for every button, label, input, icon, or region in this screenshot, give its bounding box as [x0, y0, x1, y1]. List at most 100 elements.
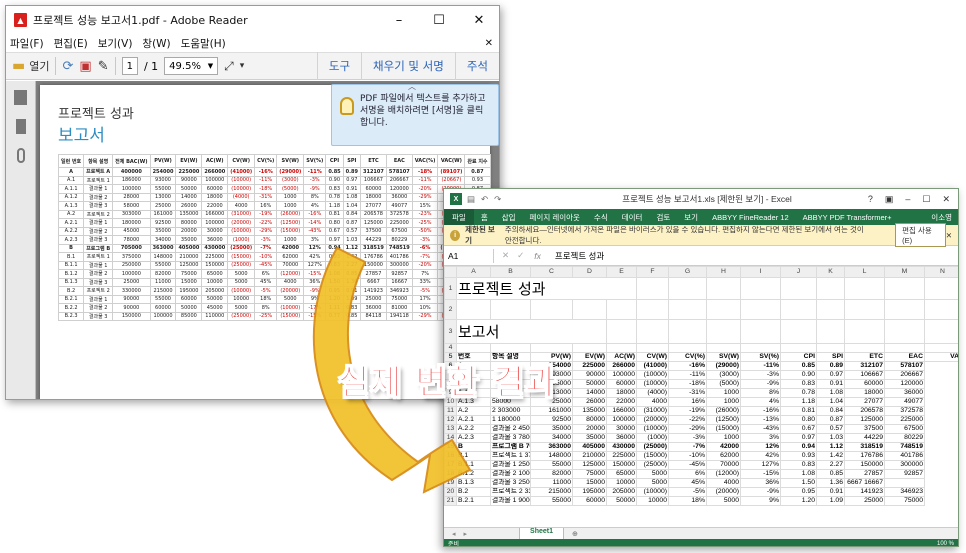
grid-cell[interactable]: 16% [668, 397, 707, 407]
grid-cell[interactable] [572, 343, 607, 353]
tab-finereader[interactable]: ABBYY FineReader 12 [705, 213, 796, 222]
sheet-tab[interactable]: Sheet1 [519, 527, 564, 540]
grid-cell[interactable]: -5% [668, 487, 707, 497]
grid-cell[interactable]: 0.90 [780, 370, 817, 380]
grid-cell[interactable]: 34000 [530, 433, 573, 443]
grid-cell[interactable]: 206667 [884, 370, 925, 380]
grid-cell[interactable]: 100000 [606, 415, 637, 425]
grid-cell[interactable]: 30000 [606, 424, 637, 434]
grid-cell[interactable]: 36% [740, 478, 781, 488]
grid-cell[interactable] [706, 277, 741, 300]
tab-insert[interactable]: 삽입 [495, 212, 523, 223]
grid-cell[interactable]: 49077 [884, 397, 925, 407]
grid-cell[interactable]: 312107 [844, 361, 885, 371]
grid-cell[interactable]: 15000 [572, 478, 607, 488]
grid-cell[interactable]: -11% [668, 370, 707, 380]
column-header[interactable]: B [490, 266, 531, 278]
grid-cell[interactable]: 0.97 [780, 433, 817, 443]
grid-cell[interactable]: 106667 [844, 370, 885, 380]
grid-cell[interactable]: 225000 [572, 361, 607, 371]
grid-cell[interactable] [816, 343, 845, 353]
grid-cell[interactable] [884, 478, 925, 488]
grid-cell[interactable]: -22% [668, 415, 707, 425]
grid-cell[interactable]: -29% [668, 424, 707, 434]
grid-cell[interactable] [816, 319, 845, 344]
grid-cell[interactable]: CV(%) [668, 352, 707, 362]
create-pdf-icon[interactable]: ⟳ [62, 56, 73, 76]
grid-cell[interactable] [530, 299, 573, 320]
grid-cell[interactable] [456, 343, 491, 353]
grid-cell[interactable]: 266000 [606, 361, 637, 371]
close-button[interactable]: ✕ [942, 194, 950, 205]
scroll-right-icon[interactable]: ▸ [464, 530, 468, 538]
grid-cell[interactable]: 75000 [572, 469, 607, 479]
grid-cell[interactable]: 80229 [884, 433, 925, 443]
tab-pdf-transformer[interactable]: ABBYY PDF Transformer+ [796, 213, 899, 222]
grid-cell[interactable]: -31% [668, 388, 707, 398]
row-number[interactable]: 15 [444, 442, 457, 452]
row-number[interactable]: 13 [444, 424, 457, 434]
grid-cell[interactable]: 보고서 [456, 319, 607, 344]
grid-cell[interactable] [740, 299, 781, 320]
undo-icon[interactable]: ↶ [481, 194, 488, 205]
grid-cell[interactable]: B [456, 442, 491, 452]
print-icon[interactable]: ▣ [79, 56, 91, 76]
grid-cell[interactable] [636, 299, 669, 320]
row-number[interactable]: 18 [444, 469, 457, 479]
row-number[interactable]: 4 [444, 343, 457, 353]
grid-cell[interactable]: 372578 [884, 406, 925, 416]
grid-cell[interactable]: 92857 [884, 469, 925, 479]
grid-cell[interactable]: 25000 [844, 496, 885, 506]
grid-cell[interactable] [668, 299, 707, 320]
grid-cell[interactable]: 1.42 [816, 451, 845, 461]
tab-page-layout[interactable]: 페이지 레이아웃 [523, 212, 587, 223]
zoom-select[interactable]: 49.5% ▼ [164, 57, 219, 75]
grid-cell[interactable] [668, 319, 707, 344]
tab-file[interactable]: 파일 [444, 209, 474, 225]
grid-cell[interactable]: B.2 [456, 487, 491, 497]
row-number[interactable]: 12 [444, 415, 457, 425]
grid-cell[interactable]: 215000 [530, 487, 573, 497]
grid-cell[interactable]: 92500 [530, 415, 573, 425]
grid-cell[interactable]: 161000 [530, 406, 573, 416]
grid-cell[interactable]: (10000) [636, 424, 669, 434]
grid-cell[interactable]: -10% [668, 451, 707, 461]
grid-cell[interactable]: 2 303000 [490, 406, 531, 416]
grid-cell[interactable]: 0.97 [816, 370, 845, 380]
grid-cell[interactable]: 120000 [884, 379, 925, 389]
grid-cell[interactable]: 프로젝트 2 330000 [490, 487, 531, 497]
grid-cell[interactable] [844, 299, 885, 320]
close-button[interactable]: ✕ [459, 13, 499, 28]
grid-cell[interactable]: 1000 [706, 388, 741, 398]
user-account[interactable]: 이소영 [924, 212, 958, 223]
grid-cell[interactable]: 401786 [884, 451, 925, 461]
grid-cell[interactable]: 0.83 [780, 460, 817, 470]
grid-cell[interactable]: -9% [740, 487, 781, 497]
row-number[interactable]: 3 [444, 319, 457, 344]
grid-cell[interactable]: 11000 [530, 478, 573, 488]
grid-cell[interactable]: (25000) [636, 460, 669, 470]
grid-cell[interactable]: -3% [740, 370, 781, 380]
grid-cell[interactable]: 35000 [572, 433, 607, 443]
grid-cell[interactable]: 결과물 2 45000 [490, 424, 531, 434]
grid-cell[interactable]: 0.67 [780, 424, 817, 434]
grid-cell[interactable]: 0.80 [780, 415, 817, 425]
column-header[interactable]: I [740, 266, 781, 278]
row-number[interactable]: 20 [444, 487, 457, 497]
grid-cell[interactable]: (10000) [636, 379, 669, 389]
grid-cell[interactable]: 1 180000 [490, 415, 531, 425]
grid-cell[interactable]: (10000) [636, 370, 669, 380]
row-number[interactable]: 14 [444, 433, 457, 443]
grid-cell[interactable]: B.2.1 [456, 496, 491, 506]
grid-cell[interactable] [606, 299, 637, 320]
column-header[interactable]: H [706, 266, 741, 278]
grid-cell[interactable]: 0.83 [780, 379, 817, 389]
ribbon-display-icon[interactable]: ▣ [885, 194, 894, 205]
row-number[interactable]: 2 [444, 299, 457, 320]
grid-cell[interactable] [780, 343, 817, 353]
grid-cell[interactable]: 1.50 [780, 478, 817, 488]
grid-cell[interactable] [844, 343, 885, 353]
grid-cell[interactable]: 12% [740, 442, 781, 452]
grid-cell[interactable]: 10000 [606, 478, 637, 488]
grid-cell[interactable]: 1.12 [816, 442, 845, 452]
